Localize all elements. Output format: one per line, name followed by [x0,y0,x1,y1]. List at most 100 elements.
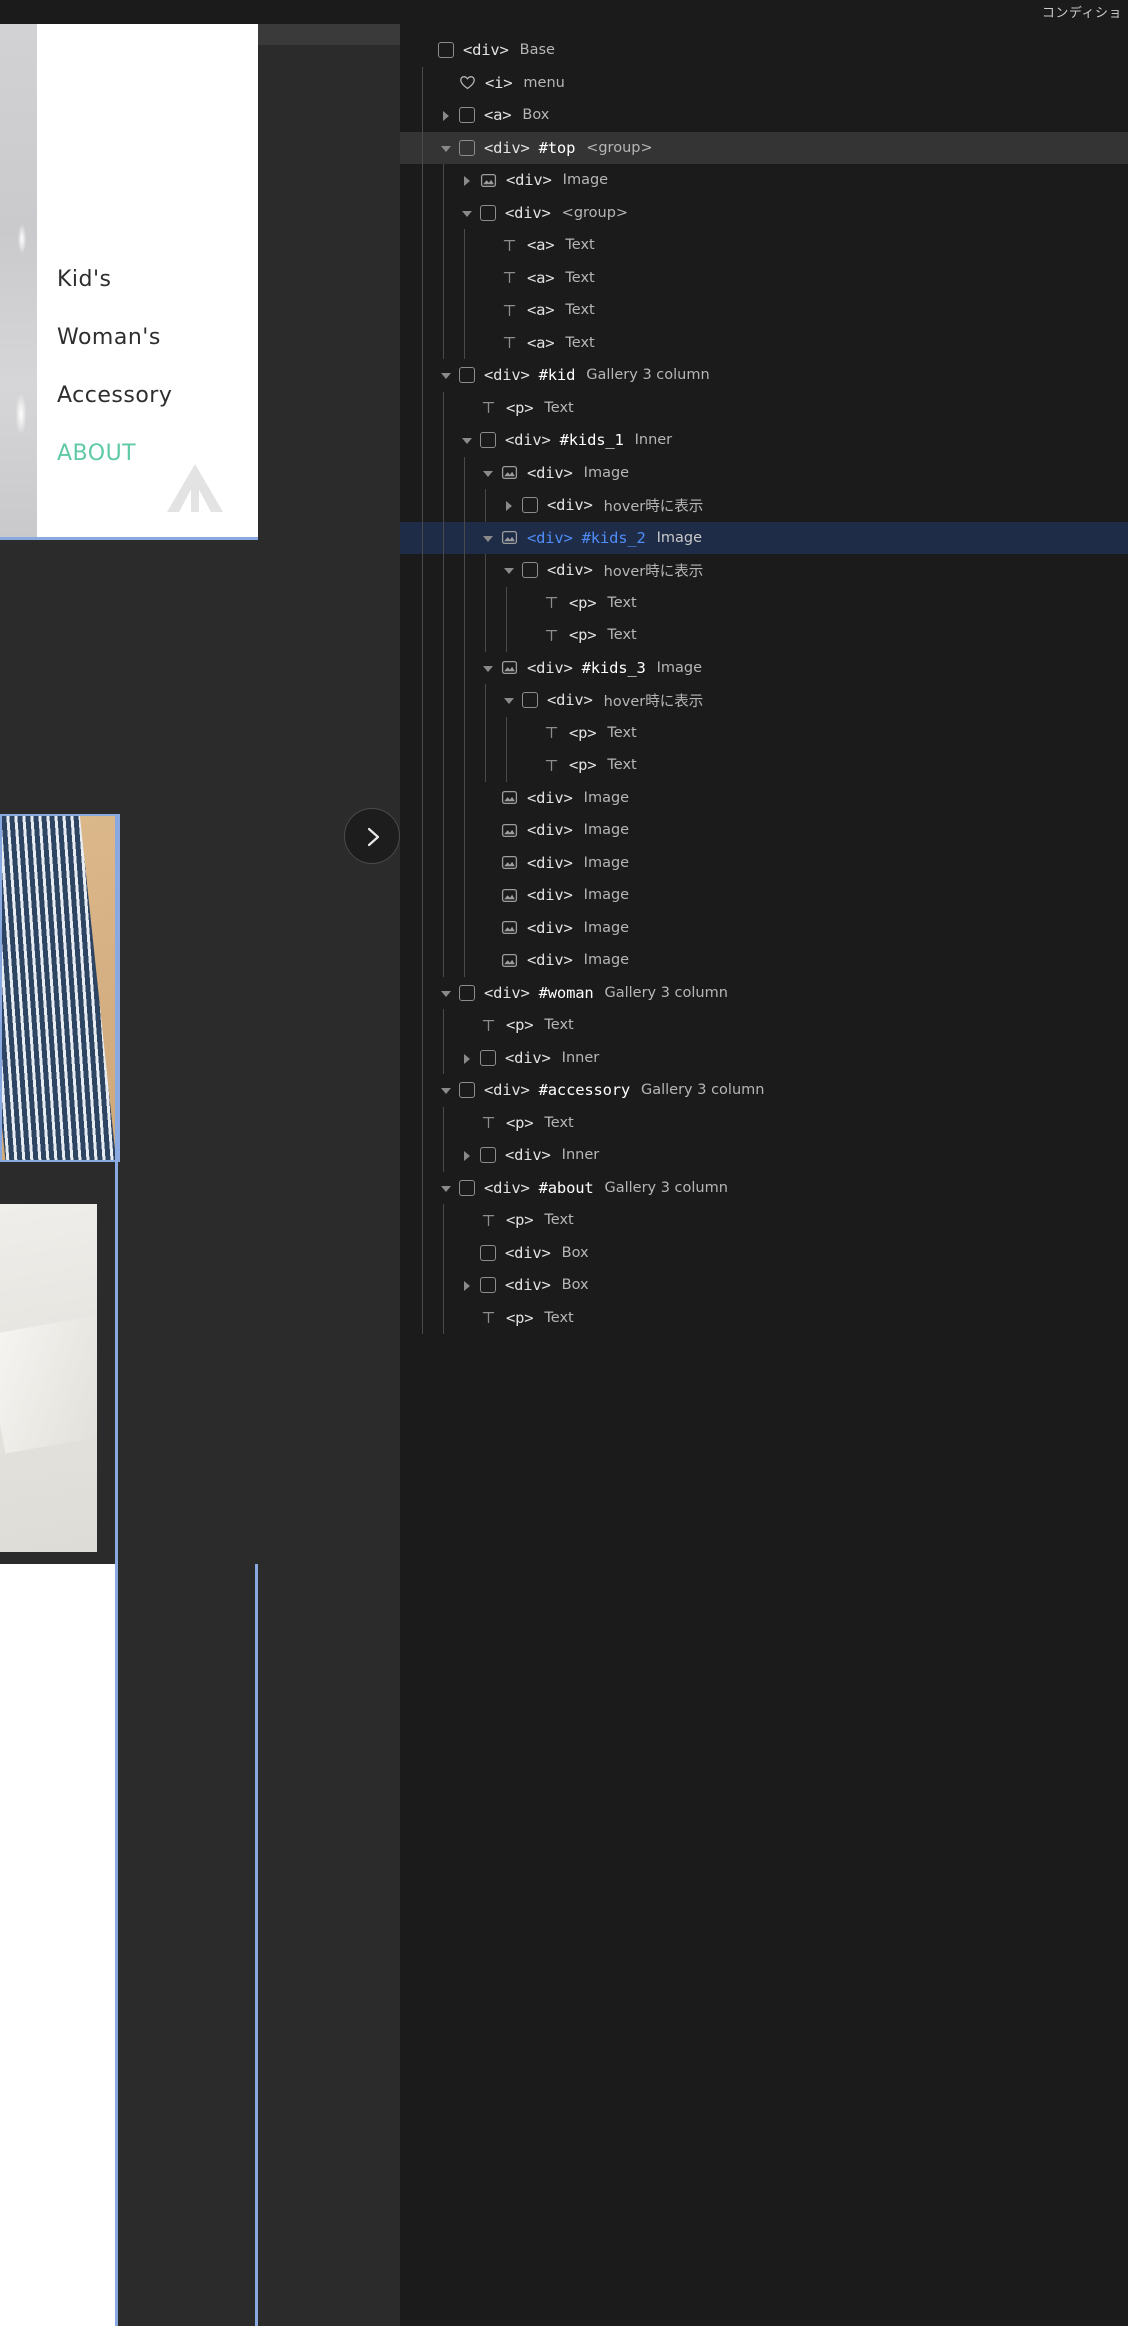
tree-row[interactable]: <div> #about Gallery 3 column [400,1171,1128,1204]
tree-row[interactable]: <i> menu [400,66,1128,99]
tree-row[interactable]: <div> Image [400,944,1128,977]
tree-row[interactable]: <div> #woman Gallery 3 column [400,976,1128,1009]
layer-checkbox[interactable] [480,204,496,221]
element-label: Text [544,1114,574,1131]
layer-checkbox[interactable] [480,1049,496,1066]
tree-row[interactable]: <p> Text [400,619,1128,652]
nav-link-womans[interactable]: Woman's [57,325,161,350]
tree-row[interactable]: <p> Text [400,1301,1128,1334]
element-tag: <p> [506,1308,534,1327]
tree-row[interactable]: <div> hover時に表示 [400,554,1128,587]
chevron-down-icon[interactable] [481,531,495,545]
tree-row[interactable]: <div> Image [400,456,1128,489]
chevron-down-icon[interactable] [481,661,495,675]
tree-row[interactable]: <div> #kids_3 Image [400,651,1128,684]
element-label: Image [656,529,703,546]
tree-row[interactable]: <p> Text [400,586,1128,619]
layer-checkbox[interactable] [459,139,475,156]
layer-checkbox[interactable] [480,1244,496,1261]
tree-row[interactable]: <p> Text [400,391,1128,424]
element-tag: <div> [463,41,509,60]
nav-link-kids[interactable]: Kid's [57,267,112,292]
tree-row[interactable]: <a> Box [400,99,1128,132]
tree-row[interactable]: <p> Text [400,749,1128,782]
tree-row[interactable]: <div> <group> [400,196,1128,229]
chevron-down-icon[interactable] [460,433,474,447]
layer-checkbox[interactable] [459,367,475,384]
chevron-right-icon[interactable] [460,173,474,187]
layers-tree-panel[interactable]: <div> Base <i> menu <a> Box <div> #top <group> <d… [400,24,1128,2326]
tree-row[interactable]: <div> Inner [400,1139,1128,1172]
chevron-right-icon[interactable] [439,108,453,122]
tree-row[interactable]: <div> Image [400,911,1128,944]
tree-row[interactable]: <div> hover時に表示 [400,489,1128,522]
tree-row[interactable]: <div> Image [400,846,1128,879]
tree-row[interactable]: <div> Image [400,781,1128,814]
tree-row[interactable]: <p> Text [400,716,1128,749]
gallery-image-striped[interactable] [0,814,120,1162]
chevron-right-icon[interactable] [460,1278,474,1292]
tree-row[interactable]: <a> Text [400,326,1128,359]
layer-checkbox[interactable] [480,432,496,449]
layer-checkbox[interactable] [459,1179,475,1196]
layer-checkbox[interactable] [459,107,475,124]
tree-row[interactable]: <div> hover時に表示 [400,684,1128,717]
tree-row[interactable]: <div> Image [400,814,1128,847]
tree-row[interactable]: <a> Text [400,229,1128,262]
element-id: #top [538,138,576,157]
chevron-down-icon[interactable] [502,563,516,577]
layer-checkbox[interactable] [459,984,475,1001]
tree-row[interactable]: <a> Text [400,261,1128,294]
element-tag: <a> [527,301,555,320]
tree-row[interactable]: <p> Text [400,1204,1128,1237]
tree-row[interactable]: <div> Inner [400,1041,1128,1074]
element-tag: <div> [527,788,573,807]
element-label: Text [544,399,574,416]
chevron-right-icon[interactable] [502,498,516,512]
element-label: Text [565,237,595,254]
tree-row[interactable]: <div> #accessory Gallery 3 column [400,1074,1128,1107]
chevron-down-icon[interactable] [439,1083,453,1097]
tree-row[interactable]: <div> Image [400,879,1128,912]
element-tag: <a> [484,106,512,125]
layer-checkbox[interactable] [522,692,538,709]
nav-link-accessory[interactable]: Accessory [57,383,172,408]
chevron-down-icon[interactable] [460,206,474,220]
tree-row[interactable]: <div> Box [400,1269,1128,1302]
chevron-down-icon[interactable] [439,1181,453,1195]
layer-checkbox[interactable] [459,1082,475,1099]
tree-row[interactable]: <div> #kids_1 Inner [400,424,1128,457]
element-tag: <p> [506,398,534,417]
layer-checkbox[interactable] [522,562,538,579]
tree-row[interactable]: <div> Box [400,1236,1128,1269]
gallery-image-linen[interactable] [0,1204,97,1552]
canvas-gutter [258,24,400,2326]
element-tag: <div> [527,853,573,872]
tree-row[interactable]: <p> Text [400,1106,1128,1139]
tree-row[interactable]: <div> Base [400,34,1128,67]
tree-row[interactable]: <p> Text [400,1009,1128,1042]
tree-row[interactable]: <div> #kids_2 Image [400,521,1128,554]
layer-checkbox[interactable] [480,1147,496,1164]
top-bar: コンディショ [0,0,1128,24]
layer-checkbox[interactable] [480,1277,496,1294]
element-tag: <p> [506,1113,534,1132]
gallery-image-white[interactable] [0,1564,115,2326]
chevron-right-icon[interactable] [460,1148,474,1162]
panel-collapse-button[interactable] [344,808,400,864]
layer-checkbox[interactable] [522,497,538,514]
layer-checkbox[interactable] [438,42,454,59]
tree-row[interactable]: <div> #kid Gallery 3 column [400,359,1128,392]
tree-row[interactable]: <div> #top <group> [400,131,1128,164]
tree-row[interactable]: <a> Text [400,294,1128,327]
chevron-down-icon[interactable] [439,986,453,1000]
chevron-down-icon[interactable] [439,141,453,155]
chevron-right-icon[interactable] [460,1051,474,1065]
nav-link-about[interactable]: ABOUT [57,441,136,466]
hero-section[interactable]: Kid's Woman's Accessory ABOUT [0,24,258,540]
tree-row[interactable]: <div> Image [400,164,1128,197]
chevron-down-icon[interactable] [439,368,453,382]
chevron-down-icon[interactable] [481,466,495,480]
chevron-down-icon[interactable] [502,693,516,707]
